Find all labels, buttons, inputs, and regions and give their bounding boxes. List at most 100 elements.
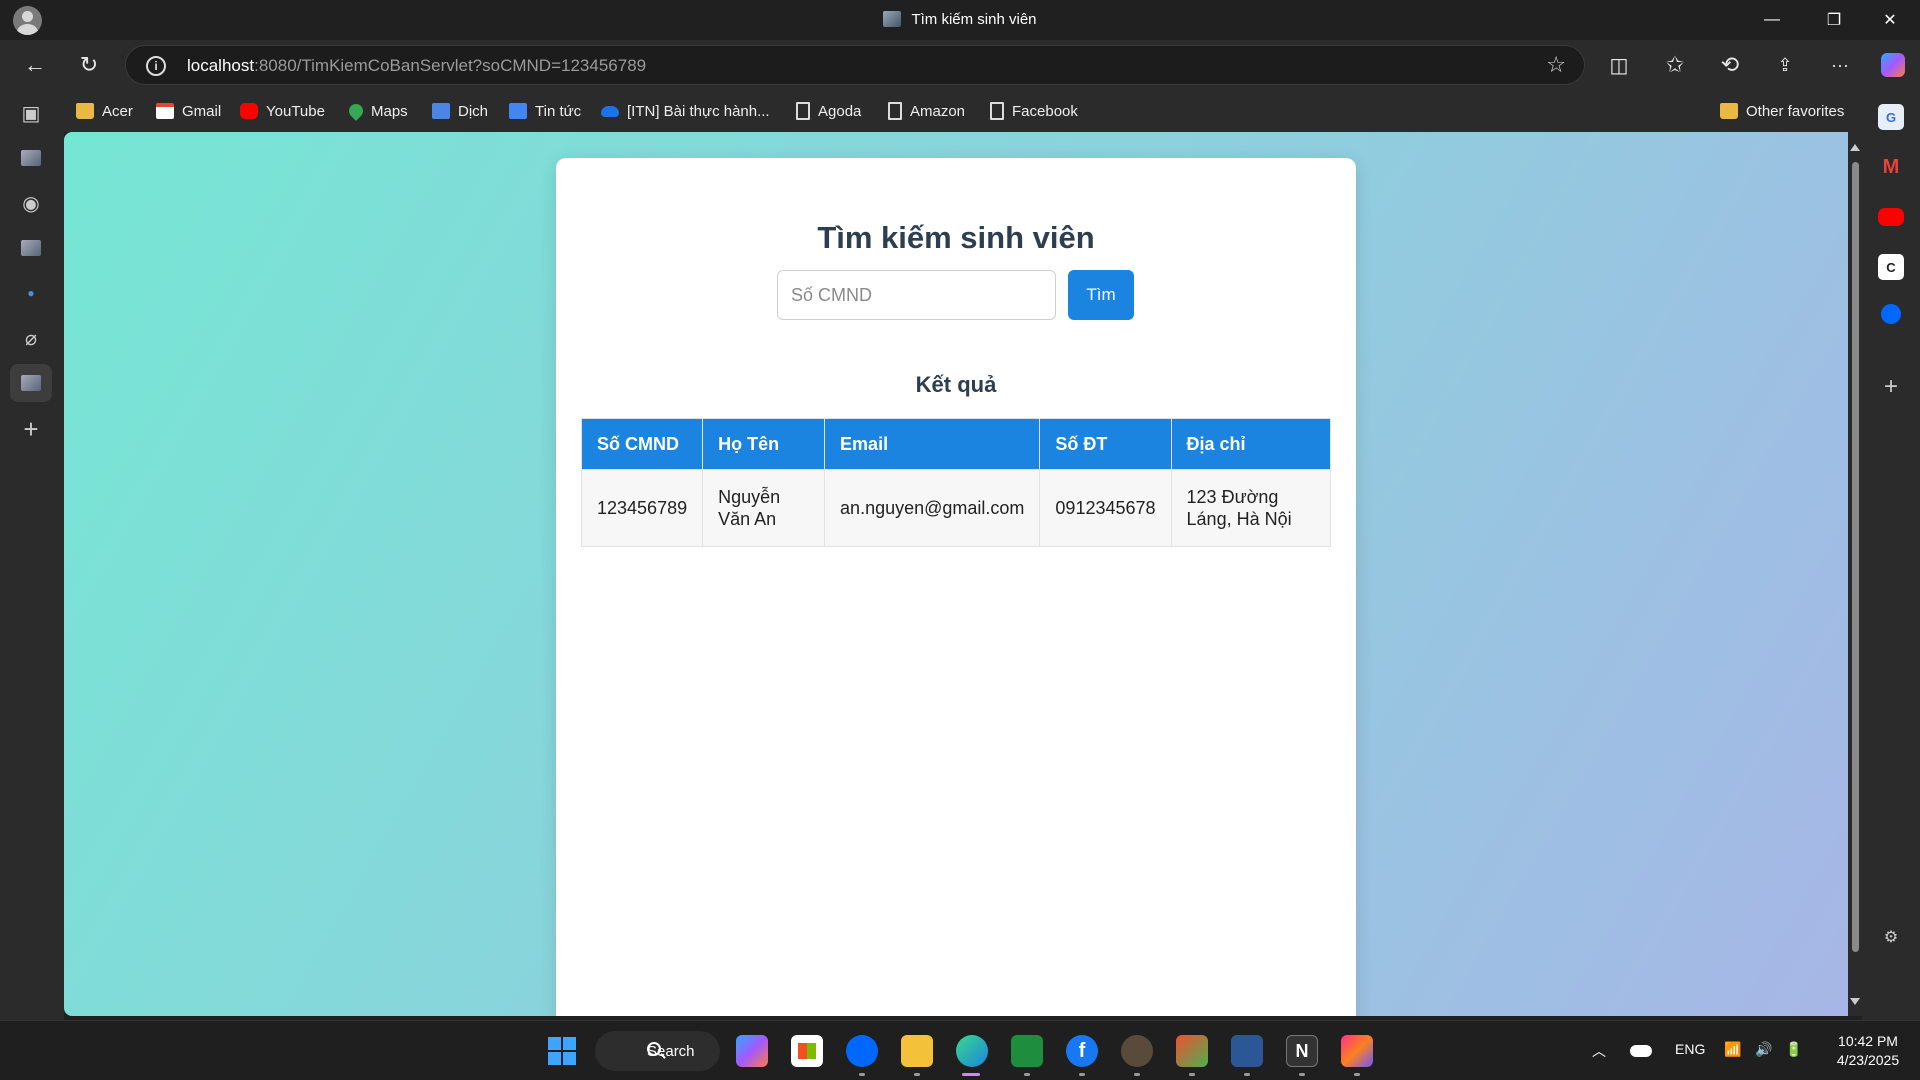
clock-time: 10:42 PM xyxy=(1838,1033,1898,1049)
settings-app-icon[interactable] xyxy=(1121,1035,1153,1067)
edge-icon[interactable] xyxy=(956,1035,988,1067)
bookmarks-bar: Acer Gmail YouTube Maps Dịch Tin tức [IT… xyxy=(64,90,1894,132)
bookmark-dich[interactable]: Dịch xyxy=(432,100,488,122)
edge-sidebar: G M C + ⚙ xyxy=(1862,90,1920,1020)
title-bar: Tìm kiếm sinh viên — ❐ ✕ xyxy=(0,0,1920,40)
bookmark-gmail[interactable]: Gmail xyxy=(156,100,221,122)
translate-icon xyxy=(432,103,450,119)
clock[interactable]: 10:42 PM 4/23/2025 xyxy=(1820,1032,1916,1070)
minimize-button[interactable]: — xyxy=(1744,0,1800,40)
volume-icon[interactable]: 🔊 xyxy=(1755,1041,1772,1058)
search-button[interactable]: Tìm xyxy=(1068,270,1134,320)
facebook-icon[interactable]: f xyxy=(1066,1035,1098,1067)
page-favicon-icon xyxy=(21,375,41,391)
back-button[interactable]: ← xyxy=(18,49,52,81)
cell-email: an.nguyen@gmail.com xyxy=(824,469,1041,547)
cell-cmnd: 123456789 xyxy=(580,469,704,547)
restore-button[interactable]: ❐ xyxy=(1806,0,1862,40)
plus-icon: + xyxy=(23,413,39,444)
results-heading: Kết quả xyxy=(915,372,997,397)
zalo-icon[interactable] xyxy=(846,1035,878,1067)
wifi-icon[interactable]: 📶 xyxy=(1724,1041,1741,1058)
taskbar: Search f N ︿ ENG 📶 🔊 🔋 10:42 PM 4/23/202… xyxy=(0,1020,1920,1080)
scroll-up-icon[interactable] xyxy=(1850,144,1860,151)
column-header-name: Họ Tên xyxy=(702,418,826,470)
bookmark-youtube[interactable]: YouTube xyxy=(240,100,325,122)
site-info-icon[interactable]: i xyxy=(146,56,166,76)
tray-chevron-icon[interactable]: ︿ xyxy=(1592,1041,1606,1061)
search-card: Tìm kiếm sinh viên Tìm Kết quả Số CMND H… xyxy=(556,158,1356,1016)
column-header-phone: Số ĐT xyxy=(1039,418,1172,470)
page-title: Tìm kiếm sinh viên xyxy=(817,220,1095,255)
tab-1[interactable] xyxy=(10,139,52,177)
refresh-button[interactable]: ↻ xyxy=(72,49,106,81)
url-text[interactable]: localhost:8080/TimKiemCoBanServlet?soCMN… xyxy=(187,56,646,76)
tab-github[interactable]: ◉ xyxy=(10,184,52,222)
column-header-email: Email xyxy=(824,418,1041,470)
vertical-tabs-sidebar: ▣ ◉ ● ⌀ + xyxy=(0,90,64,1020)
cell-name: Nguyễn Văn An xyxy=(702,469,826,547)
favorites-button[interactable]: ✩ xyxy=(1658,49,1692,81)
close-button[interactable]: ✕ xyxy=(1862,0,1918,40)
page-scrollbar[interactable] xyxy=(1848,132,1862,1016)
news-icon xyxy=(509,103,527,119)
tab-postman[interactable]: ⌀ xyxy=(10,319,52,357)
mysql-workbench-icon[interactable] xyxy=(1231,1035,1263,1067)
store-icon[interactable] xyxy=(791,1035,823,1067)
battery-icon[interactable]: 🔋 xyxy=(1785,1041,1802,1058)
bookmark-tin-tuc[interactable]: Tin tức xyxy=(509,100,581,122)
add-favorite-icon[interactable]: ☆ xyxy=(1546,52,1566,78)
more-menu-button[interactable]: ··· xyxy=(1823,49,1857,81)
customize-sidebar-icon[interactable]: ⚙ xyxy=(1878,924,1904,950)
cell-address: 123 Đường Láng, Hà Nội xyxy=(1170,469,1332,547)
tab-active[interactable] xyxy=(10,364,52,402)
gmail-icon xyxy=(156,103,174,119)
scrollbar-thumb[interactable] xyxy=(1852,162,1859,952)
bookmark-acer[interactable]: Acer xyxy=(76,100,133,122)
tab-actions-icon[interactable]: ▣ xyxy=(10,94,52,132)
start-icon[interactable] xyxy=(546,1035,578,1067)
bookmark-facebook[interactable]: Facebook xyxy=(990,100,1078,122)
bookmark-maps[interactable]: Maps xyxy=(346,100,408,122)
bookmark-itn[interactable]: [ITN] Bài thực hành... xyxy=(601,100,770,122)
bookmark-agoda[interactable]: Agoda xyxy=(796,100,861,122)
page-icon xyxy=(796,102,810,120)
split-screen-button[interactable]: ◫ xyxy=(1602,49,1636,81)
youtube-icon xyxy=(240,103,258,119)
page-favicon-icon xyxy=(21,240,41,256)
tab-2[interactable] xyxy=(10,229,52,267)
copilot-taskbar-icon[interactable] xyxy=(736,1035,768,1067)
translate-sidebar-icon[interactable]: G xyxy=(1878,104,1904,130)
sheets-icon[interactable] xyxy=(1011,1035,1043,1067)
page-icon xyxy=(888,102,902,120)
file-explorer-icon[interactable] xyxy=(901,1035,933,1067)
window-title: Tìm kiếm sinh viên xyxy=(0,11,1920,28)
bookmark-amazon[interactable]: Amazon xyxy=(888,100,965,122)
youtube-sidebar-icon[interactable] xyxy=(1878,208,1904,226)
netbeans-icon[interactable]: N xyxy=(1286,1035,1318,1067)
share-button[interactable]: ⇪ xyxy=(1768,49,1802,81)
taskbar-search[interactable]: Search xyxy=(595,1031,720,1071)
table-row: 123456789 Nguyễn Văn An an.nguyen@gmail.… xyxy=(580,469,1332,547)
language-indicator[interactable]: ENG xyxy=(1675,1041,1705,1057)
other-favorites[interactable]: Other favorites xyxy=(1720,100,1844,122)
copilot-icon[interactable] xyxy=(1876,49,1910,81)
page-favicon-icon xyxy=(21,150,41,166)
address-bar[interactable]: i localhost:8080/TimKiemCoBanServlet?soC… xyxy=(125,45,1585,85)
onedrive-icon[interactable] xyxy=(1630,1045,1652,1057)
zalo-sidebar-icon[interactable] xyxy=(1881,304,1901,324)
tab-search[interactable]: ● xyxy=(10,274,52,312)
intellij-icon[interactable] xyxy=(1341,1035,1373,1067)
scroll-down-icon[interactable] xyxy=(1850,998,1860,1005)
c-app-sidebar-icon[interactable]: C xyxy=(1878,254,1904,280)
history-button[interactable]: ⟲ xyxy=(1713,49,1747,81)
gmail-sidebar-icon[interactable]: M xyxy=(1878,154,1904,180)
table-header-row: Số CMND Họ Tên Email Số ĐT Địa chỉ xyxy=(580,418,1332,470)
git-icon[interactable] xyxy=(1176,1035,1208,1067)
results-table: Số CMND Họ Tên Email Số ĐT Địa chỉ 12345… xyxy=(580,418,1332,547)
cmnd-search-input[interactable] xyxy=(777,270,1056,320)
new-tab-button[interactable]: + xyxy=(10,410,52,448)
cell-phone: 0912345678 xyxy=(1039,469,1172,547)
cloud-icon xyxy=(601,105,619,117)
add-sidebar-app-icon[interactable]: + xyxy=(1878,373,1904,400)
